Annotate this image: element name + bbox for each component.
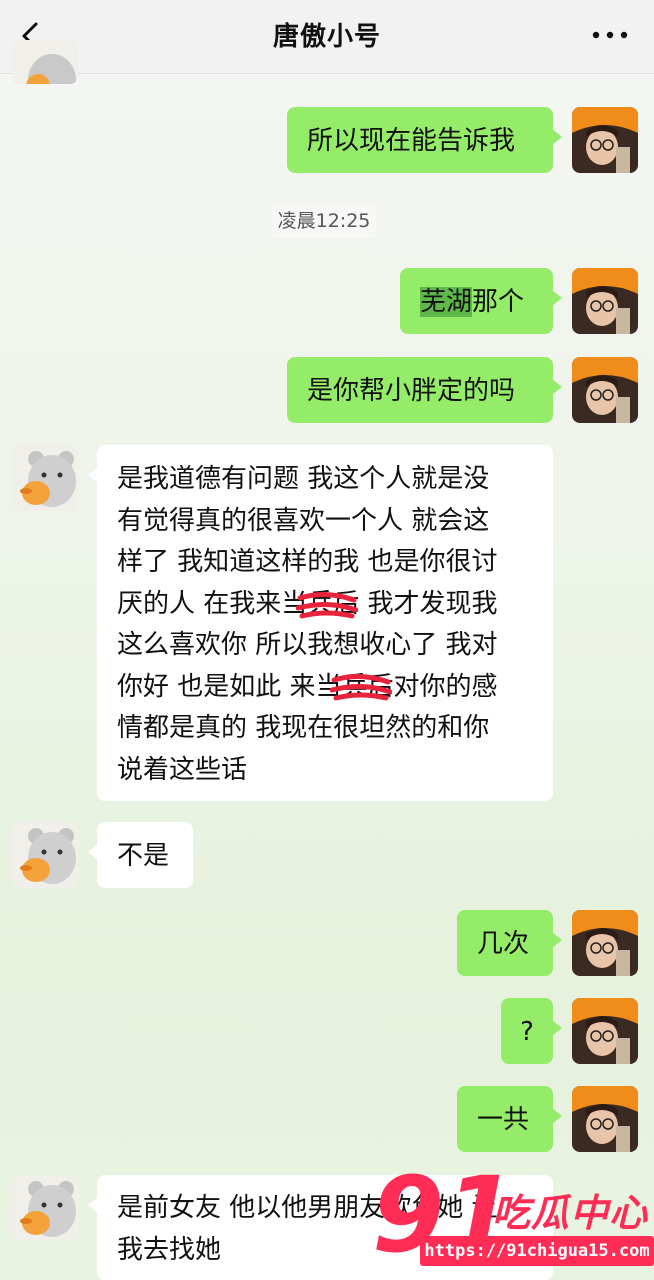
message-line: 是我道德有问题 我这个人就是没 xyxy=(117,464,490,494)
avatar-me[interactable] xyxy=(572,998,638,1064)
message-text: 那个 xyxy=(472,287,525,317)
message-bubble-sent[interactable]: 一共 xyxy=(457,1086,562,1152)
avatar-other[interactable] xyxy=(12,445,78,511)
more-horizontal-icon xyxy=(592,31,628,39)
message-line: 样了 我知道这样的我 也是你很讨 xyxy=(117,547,498,577)
message-bubble-sent[interactable]: 所以现在能告诉我 xyxy=(287,107,562,173)
chat-header: 唐傲小号 xyxy=(0,0,654,74)
redaction-scribble xyxy=(296,592,358,619)
user-avatar-icon xyxy=(572,357,638,423)
user-avatar-icon xyxy=(572,1086,638,1152)
avatar-me[interactable] xyxy=(572,357,638,423)
site-watermark: 91 吃瓜中心 https://91chigua15.com xyxy=(372,1160,654,1280)
user-avatar-icon xyxy=(572,268,638,334)
redaction-scribble xyxy=(330,674,392,701)
bear-avatar-icon xyxy=(12,1175,78,1241)
message-bubble-received[interactable]: 是我道德有问题 我这个人就是没 有觉得真的很喜欢一个人 就会这 样了 我知道这样… xyxy=(88,445,553,801)
highlighted-text: 芜湖 xyxy=(420,287,473,317)
timestamp: 凌晨12:25 xyxy=(272,204,376,238)
message-text: 所以现在能告诉我 xyxy=(307,126,516,156)
watermark-text: 吃瓜中心 xyxy=(492,1191,649,1235)
message-line: 情都是真的 我现在很坦然的和你 xyxy=(117,713,490,743)
chat-title: 唐傲小号 xyxy=(272,22,381,52)
watermark-url: https://91chigua15.com xyxy=(420,1236,654,1266)
message-text: 几次 xyxy=(477,929,530,959)
avatar-other[interactable] xyxy=(12,822,78,888)
message-text: ? xyxy=(520,1017,534,1047)
message-text: 一共 xyxy=(477,1105,530,1135)
message-text: 不是 xyxy=(117,841,170,871)
user-avatar-icon xyxy=(572,107,638,173)
user-avatar-icon xyxy=(572,998,638,1064)
message-line: 说着这些话 xyxy=(117,754,248,785)
message-bubble-sent[interactable]: 芜湖那个 xyxy=(400,268,562,334)
bear-avatar-icon xyxy=(12,445,78,511)
avatar-me[interactable] xyxy=(572,910,638,976)
message-bubble-sent[interactable]: ? xyxy=(501,998,562,1064)
message-text: 是你帮小胖定的吗 xyxy=(307,376,516,406)
message-bubble-sent[interactable]: 是你帮小胖定的吗 xyxy=(287,357,562,423)
more-button[interactable] xyxy=(588,20,632,50)
avatar-me[interactable] xyxy=(572,1086,638,1152)
message-line: 有觉得真的很喜欢一个人 就会这 xyxy=(117,505,490,536)
avatar-me[interactable] xyxy=(572,268,638,334)
avatar-me[interactable] xyxy=(572,107,638,173)
user-avatar-icon xyxy=(572,910,638,976)
avatar-other[interactable] xyxy=(12,40,78,84)
message-bubble-sent[interactable]: 几次 xyxy=(457,910,562,976)
bear-avatar-icon xyxy=(12,40,78,84)
message-line: 这么喜欢你 所以我想收心了 我对 xyxy=(117,630,498,660)
message-bubble-received[interactable]: 不是 xyxy=(88,822,193,888)
bear-avatar-icon xyxy=(12,822,78,888)
avatar-other[interactable] xyxy=(12,1175,78,1241)
message-line: 你好 也是如此 来当兵后对你的感 xyxy=(117,671,498,702)
